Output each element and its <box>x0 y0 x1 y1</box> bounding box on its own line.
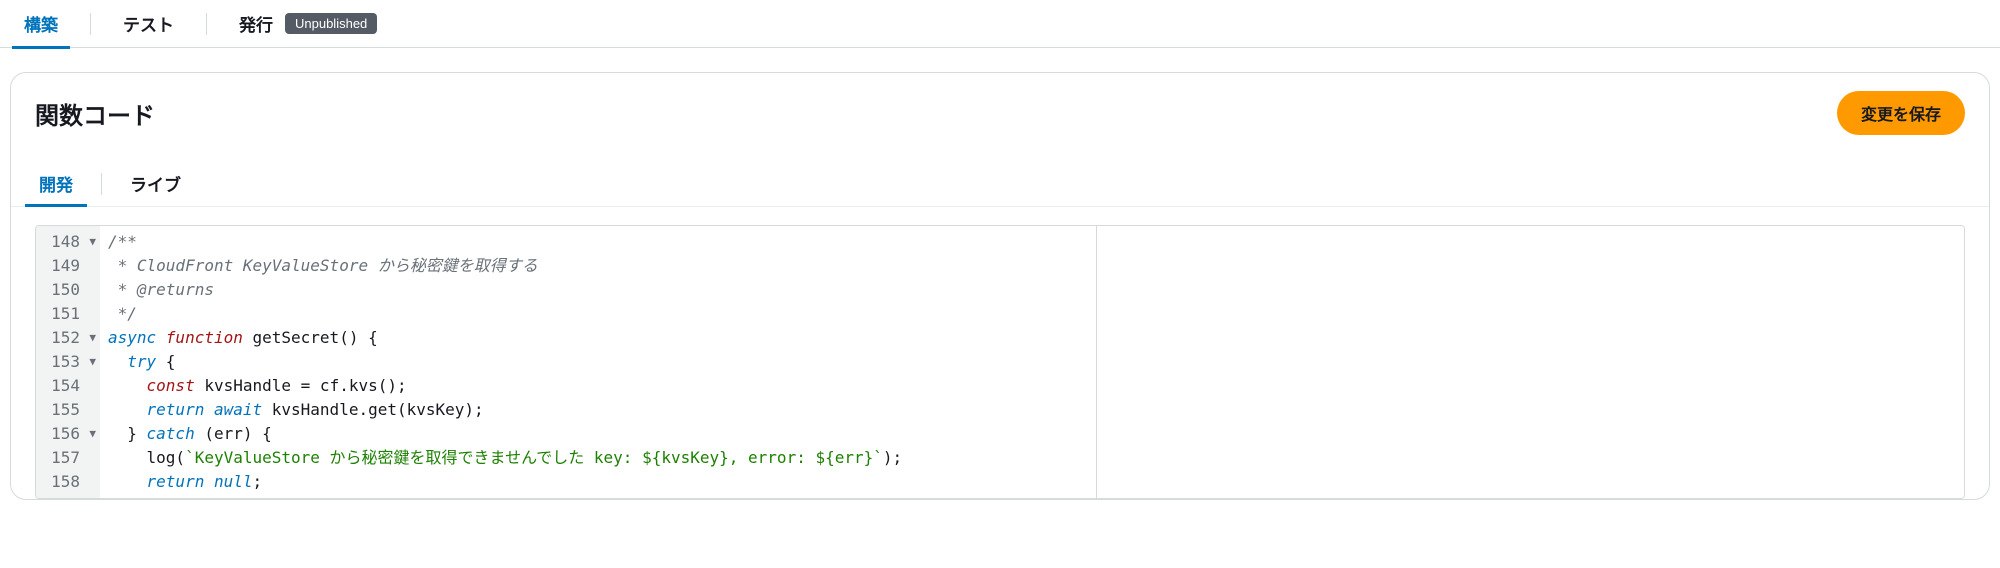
save-changes-button[interactable]: 変更を保存 <box>1837 91 1965 135</box>
editor-side-panel <box>1096 226 1964 498</box>
top-tab-bar: 構築 テスト 発行 Unpublished <box>0 0 2000 48</box>
fold-icon[interactable]: ▼ <box>82 350 96 374</box>
gutter: 148▼149150151152▼153▼154155156▼157158 <box>36 226 100 498</box>
gutter-line: 154 <box>46 374 96 398</box>
gutter-line: 153▼ <box>46 350 96 374</box>
gutter-line: 155 <box>46 398 96 422</box>
gutter-line: 157 <box>46 446 96 470</box>
code-line[interactable]: * @returns <box>108 278 1088 302</box>
code-line[interactable]: log(`KeyValueStore から秘密鍵を取得できませんでした key:… <box>108 446 1088 470</box>
tab-publish[interactable]: 発行 Unpublished <box>235 0 381 48</box>
code-line[interactable]: } catch (err) { <box>108 422 1088 446</box>
inner-tab-dev[interactable]: 開発 <box>35 161 77 206</box>
editor-main: 148▼149150151152▼153▼154155156▼157158 /*… <box>36 226 1096 498</box>
tab-publish-label: 発行 <box>239 11 273 36</box>
tab-test[interactable]: テスト <box>119 0 178 48</box>
gutter-line: 148▼ <box>46 230 96 254</box>
code-line[interactable]: return null; <box>108 470 1088 494</box>
code-line[interactable]: try { <box>108 350 1088 374</box>
code-line[interactable]: return await kvsHandle.get(kvsKey); <box>108 398 1088 422</box>
fold-icon[interactable]: ▼ <box>82 230 96 254</box>
code-line[interactable]: const kvsHandle = cf.kvs(); <box>108 374 1088 398</box>
divider <box>101 173 102 195</box>
fold-icon[interactable]: ▼ <box>82 422 96 446</box>
code-editor[interactable]: 148▼149150151152▼153▼154155156▼157158 /*… <box>35 225 1965 499</box>
inner-tab-live[interactable]: ライブ <box>126 161 185 206</box>
code-line[interactable]: /** <box>108 230 1088 254</box>
fold-icon[interactable]: ▼ <box>82 326 96 350</box>
divider <box>90 13 91 35</box>
gutter-line: 150 <box>46 278 96 302</box>
code-line[interactable]: */ <box>108 302 1088 326</box>
tab-build[interactable]: 構築 <box>20 0 62 48</box>
gutter-line: 156▼ <box>46 422 96 446</box>
panel-title: 関数コード <box>35 96 155 131</box>
unpublished-badge: Unpublished <box>285 13 377 34</box>
gutter-line: 151 <box>46 302 96 326</box>
panel-header: 関数コード 変更を保存 <box>11 73 1989 145</box>
function-code-panel: 関数コード 変更を保存 開発 ライブ 148▼149150151152▼153▼… <box>10 72 1990 500</box>
code-area[interactable]: /** * CloudFront KeyValueStore から秘密鍵を取得す… <box>100 226 1096 498</box>
code-line[interactable]: async function getSecret() { <box>108 326 1088 350</box>
code-line[interactable]: * CloudFront KeyValueStore から秘密鍵を取得する <box>108 254 1088 278</box>
inner-tab-bar: 開発 ライブ <box>11 161 1989 207</box>
gutter-line: 152▼ <box>46 326 96 350</box>
gutter-line: 149 <box>46 254 96 278</box>
gutter-line: 158 <box>46 470 96 494</box>
divider <box>206 13 207 35</box>
